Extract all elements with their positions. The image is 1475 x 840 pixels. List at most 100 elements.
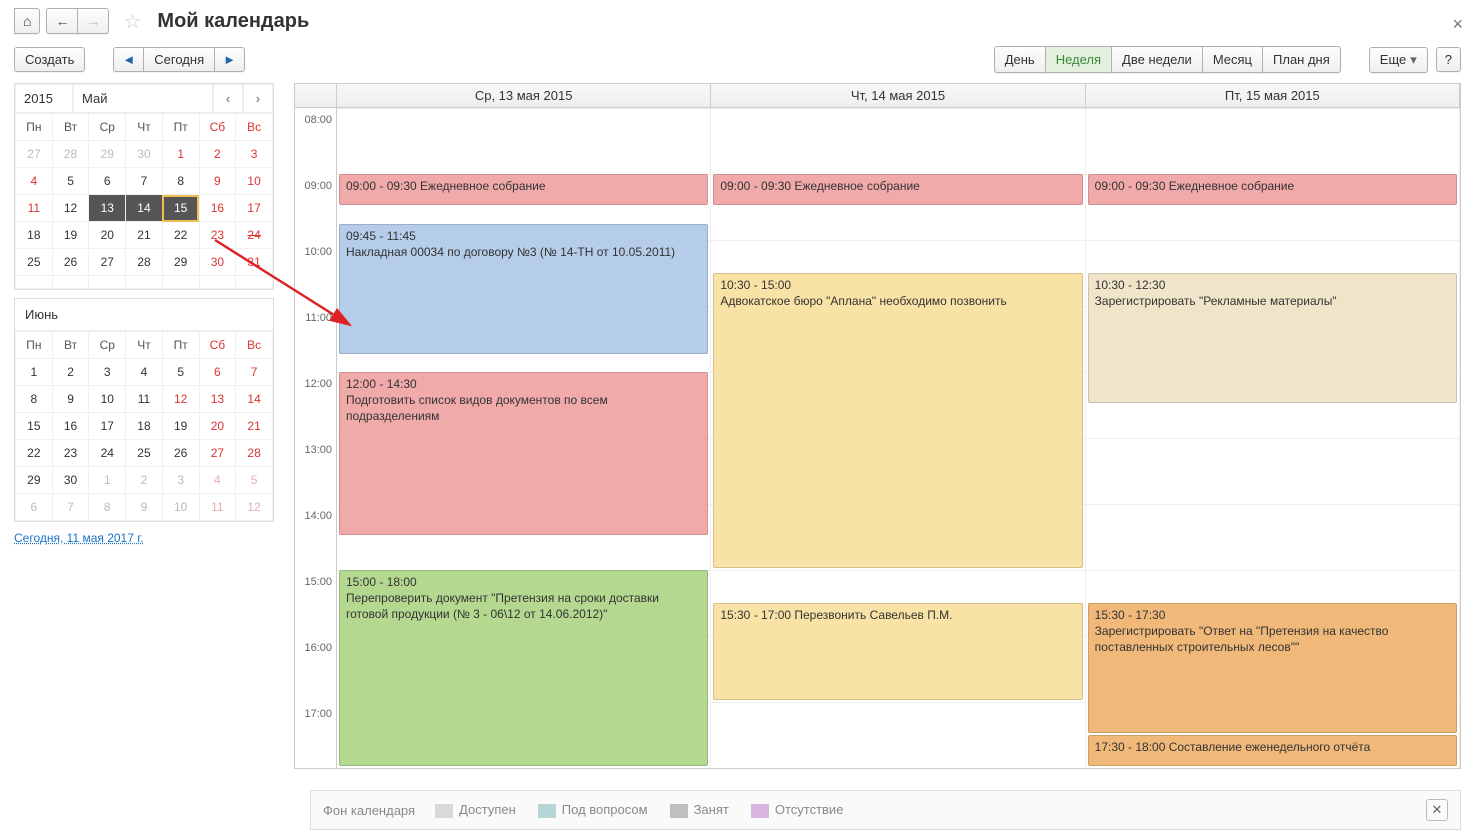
mini-day[interactable]: 12: [236, 494, 273, 521]
calendar-event[interactable]: 10:30 - 15:00 Адвокатское бюро "Аплана" …: [713, 273, 1082, 568]
mini-day[interactable]: 7: [52, 494, 89, 521]
mini-day[interactable]: 30: [199, 249, 236, 276]
mini-month[interactable]: Май: [73, 84, 213, 113]
mini-next[interactable]: ›: [243, 84, 273, 113]
mini-day[interactable]: 8: [89, 494, 126, 521]
mini-day[interactable]: 27: [199, 440, 236, 467]
mini-day[interactable]: 7: [236, 359, 273, 386]
calendar-event[interactable]: 17:30 - 18:00 Составление еженедельного …: [1088, 735, 1457, 766]
mini-day[interactable]: 5: [236, 467, 273, 494]
calendar-event[interactable]: 10:30 - 12:30 Зарегистрировать "Рекламны…: [1088, 273, 1457, 403]
mini-day[interactable]: 25: [126, 440, 163, 467]
mini-day[interactable]: 23: [199, 222, 236, 249]
mini-day[interactable]: 29: [162, 249, 199, 276]
view-dayplan[interactable]: План дня: [1262, 46, 1341, 73]
home-button[interactable]: ⌂: [14, 8, 40, 34]
mini-day[interactable]: 20: [89, 222, 126, 249]
mini-day[interactable]: 1: [162, 141, 199, 168]
mini-day[interactable]: 26: [52, 249, 89, 276]
mini-day[interactable]: 5: [162, 359, 199, 386]
mini-day[interactable]: 28: [52, 141, 89, 168]
mini-day[interactable]: [52, 276, 89, 289]
view-week[interactable]: Неделя: [1045, 46, 1112, 73]
calendar-event[interactable]: 09:00 - 09:30 Ежедневное собрание: [713, 174, 1082, 205]
mini-day[interactable]: 8: [16, 386, 53, 413]
mini-day[interactable]: 10: [236, 168, 273, 195]
mini-day[interactable]: 3: [236, 141, 273, 168]
close-button[interactable]: ×: [1452, 14, 1463, 35]
mini-day[interactable]: 6: [16, 494, 53, 521]
mini-day[interactable]: 13: [199, 386, 236, 413]
mini-day[interactable]: 1: [16, 359, 53, 386]
mini-day[interactable]: 9: [52, 386, 89, 413]
mini-day[interactable]: 6: [199, 359, 236, 386]
mini-day[interactable]: 21: [126, 222, 163, 249]
legend-close[interactable]: ✕: [1426, 799, 1448, 821]
mini-day[interactable]: 9: [199, 168, 236, 195]
mini-day[interactable]: 4: [199, 467, 236, 494]
mini-year[interactable]: 2015: [15, 84, 73, 113]
mini-day[interactable]: 24: [89, 440, 126, 467]
mini-day[interactable]: 27: [16, 141, 53, 168]
mini-day[interactable]: 1: [89, 467, 126, 494]
mini-day[interactable]: 3: [162, 467, 199, 494]
mini-day[interactable]: 2: [52, 359, 89, 386]
mini-day[interactable]: [236, 276, 273, 289]
mini-day[interactable]: 30: [52, 467, 89, 494]
mini-day[interactable]: 10: [89, 386, 126, 413]
mini-day[interactable]: 25: [16, 249, 53, 276]
mini-day[interactable]: 17: [236, 195, 273, 222]
mini-day[interactable]: 14: [236, 386, 273, 413]
mini-day[interactable]: 23: [52, 440, 89, 467]
mini-day[interactable]: 19: [52, 222, 89, 249]
mini-day[interactable]: 7: [126, 168, 163, 195]
mini-day[interactable]: 2: [126, 467, 163, 494]
mini-day[interactable]: 4: [126, 359, 163, 386]
mini-day[interactable]: [16, 276, 53, 289]
mini-day[interactable]: 12: [162, 386, 199, 413]
mini-day[interactable]: 22: [16, 440, 53, 467]
mini-day[interactable]: 26: [162, 440, 199, 467]
mini-day[interactable]: 18: [16, 222, 53, 249]
mini-day[interactable]: 28: [236, 440, 273, 467]
calendar-event[interactable]: 15:00 - 18:00 Перепроверить документ "Пр…: [339, 570, 708, 766]
mini-day[interactable]: 22: [162, 222, 199, 249]
mini-day[interactable]: 24: [236, 222, 273, 249]
mini-day[interactable]: 15: [16, 413, 53, 440]
prev-period-button[interactable]: ◄: [113, 47, 144, 72]
mini-day[interactable]: 14: [126, 195, 163, 222]
calendar-event[interactable]: 09:45 - 11:45 Накладная 00034 по договор…: [339, 224, 708, 354]
next-period-button[interactable]: ►: [214, 47, 245, 72]
help-button[interactable]: ?: [1436, 47, 1461, 72]
view-month[interactable]: Месяц: [1202, 46, 1263, 73]
mini-day[interactable]: 6: [89, 168, 126, 195]
back-button[interactable]: ←: [46, 8, 78, 34]
mini-day[interactable]: 10: [162, 494, 199, 521]
forward-button[interactable]: →: [77, 8, 109, 34]
mini-day[interactable]: 3: [89, 359, 126, 386]
mini-day[interactable]: 20: [199, 413, 236, 440]
view-twoweeks[interactable]: Две недели: [1111, 46, 1203, 73]
mini-day[interactable]: 4: [16, 168, 53, 195]
mini-day[interactable]: 9: [126, 494, 163, 521]
more-button[interactable]: Еще ▾: [1369, 47, 1428, 73]
mini-day[interactable]: 17: [89, 413, 126, 440]
star-icon[interactable]: ☆: [123, 9, 141, 34]
mini-day[interactable]: 2: [199, 141, 236, 168]
mini-day[interactable]: 16: [52, 413, 89, 440]
mini-day[interactable]: 30: [126, 141, 163, 168]
mini-day[interactable]: 11: [16, 195, 53, 222]
mini-prev[interactable]: ‹: [213, 84, 243, 113]
calendar-event[interactable]: 15:30 - 17:00 Перезвонить Савельев П.М.: [713, 603, 1082, 700]
mini-day[interactable]: [199, 276, 236, 289]
mini-day[interactable]: 13: [89, 195, 126, 222]
mini-day[interactable]: 19: [162, 413, 199, 440]
mini-day[interactable]: [162, 276, 199, 289]
mini-day[interactable]: 31: [236, 249, 273, 276]
mini-day[interactable]: 29: [16, 467, 53, 494]
today-link[interactable]: Сегодня, 11 мая 2017 г.: [14, 531, 143, 545]
today-button[interactable]: Сегодня: [143, 47, 215, 72]
mini-day[interactable]: 27: [89, 249, 126, 276]
mini-day[interactable]: 11: [126, 386, 163, 413]
calendar-event[interactable]: 09:00 - 09:30 Ежедневное собрание: [1088, 174, 1457, 205]
